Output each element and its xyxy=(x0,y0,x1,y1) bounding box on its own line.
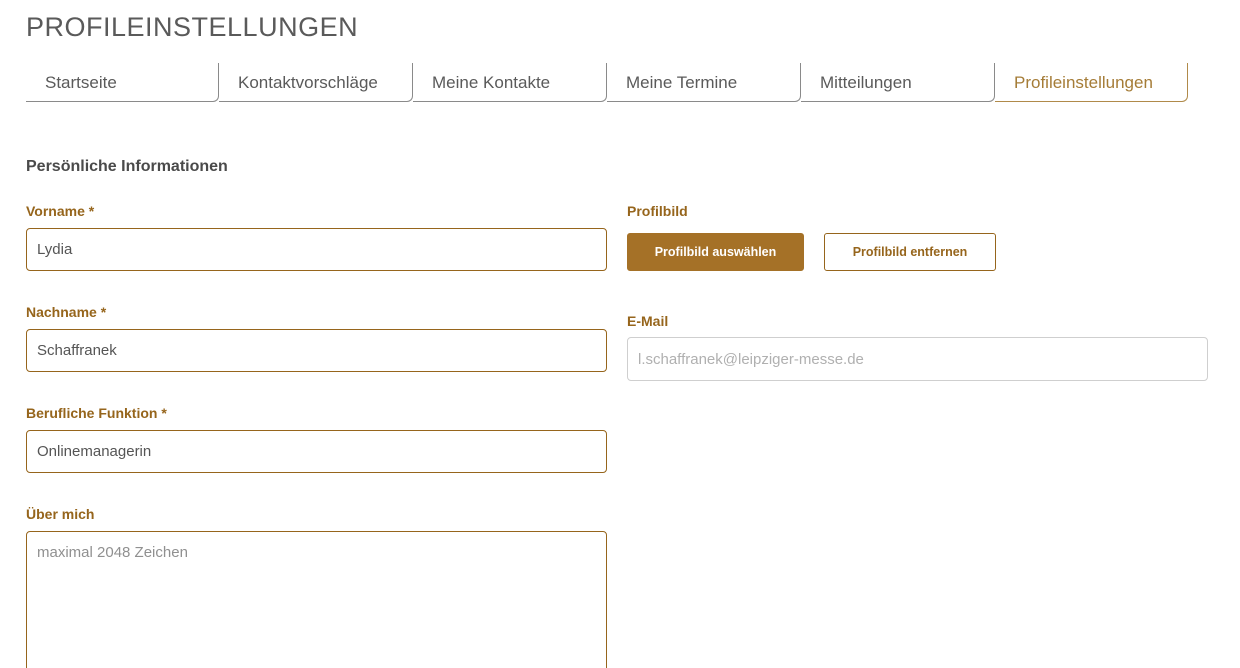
vorname-input[interactable] xyxy=(26,228,607,271)
berufliche-funktion-label: Berufliche Funktion * xyxy=(26,405,167,421)
tab-profileinstellungen[interactable]: Profileinstellungen xyxy=(995,63,1188,102)
tab-label: Startseite xyxy=(45,73,117,92)
tab-bar: Startseite Kontaktvorschläge Meine Konta… xyxy=(26,63,1188,104)
tab-kontaktvorschlaege[interactable]: Kontaktvorschläge xyxy=(219,63,413,102)
email-input[interactable] xyxy=(627,337,1208,381)
profilbild-entfernen-button[interactable]: Profilbild entfernen xyxy=(824,233,996,271)
tab-label: Meine Kontakte xyxy=(432,73,551,92)
ueber-mich-textarea[interactable] xyxy=(26,531,607,668)
tab-meine-termine[interactable]: Meine Termine xyxy=(607,63,801,102)
page-title: PROFILEINSTELLUNGEN xyxy=(26,12,359,42)
tab-label: Kontaktvorschläge xyxy=(238,73,378,92)
tab-label: Meine Termine xyxy=(626,73,738,92)
section-title: Persönliche Informationen xyxy=(26,158,228,175)
tab-meine-kontakte[interactable]: Meine Kontakte xyxy=(413,63,607,102)
tab-label: Mitteilungen xyxy=(820,73,912,92)
tab-startseite[interactable]: Startseite xyxy=(26,63,219,102)
nachname-label: Nachname * xyxy=(26,304,107,320)
berufliche-funktion-input[interactable] xyxy=(26,430,607,473)
profile-settings-page: PROFILEINSTELLUNGEN Startseite Kontaktvo… xyxy=(0,0,1240,668)
tab-mitteilungen[interactable]: Mitteilungen xyxy=(801,63,995,102)
email-label: E-Mail xyxy=(627,313,669,329)
profilbild-label: Profilbild xyxy=(627,203,688,219)
vorname-label: Vorname * xyxy=(26,203,95,219)
tab-label: Profileinstellungen xyxy=(1014,73,1153,92)
ueber-mich-label: Über mich xyxy=(26,506,95,522)
nachname-input[interactable] xyxy=(26,329,607,372)
profilbild-auswaehlen-button[interactable]: Profilbild auswählen xyxy=(627,233,804,271)
